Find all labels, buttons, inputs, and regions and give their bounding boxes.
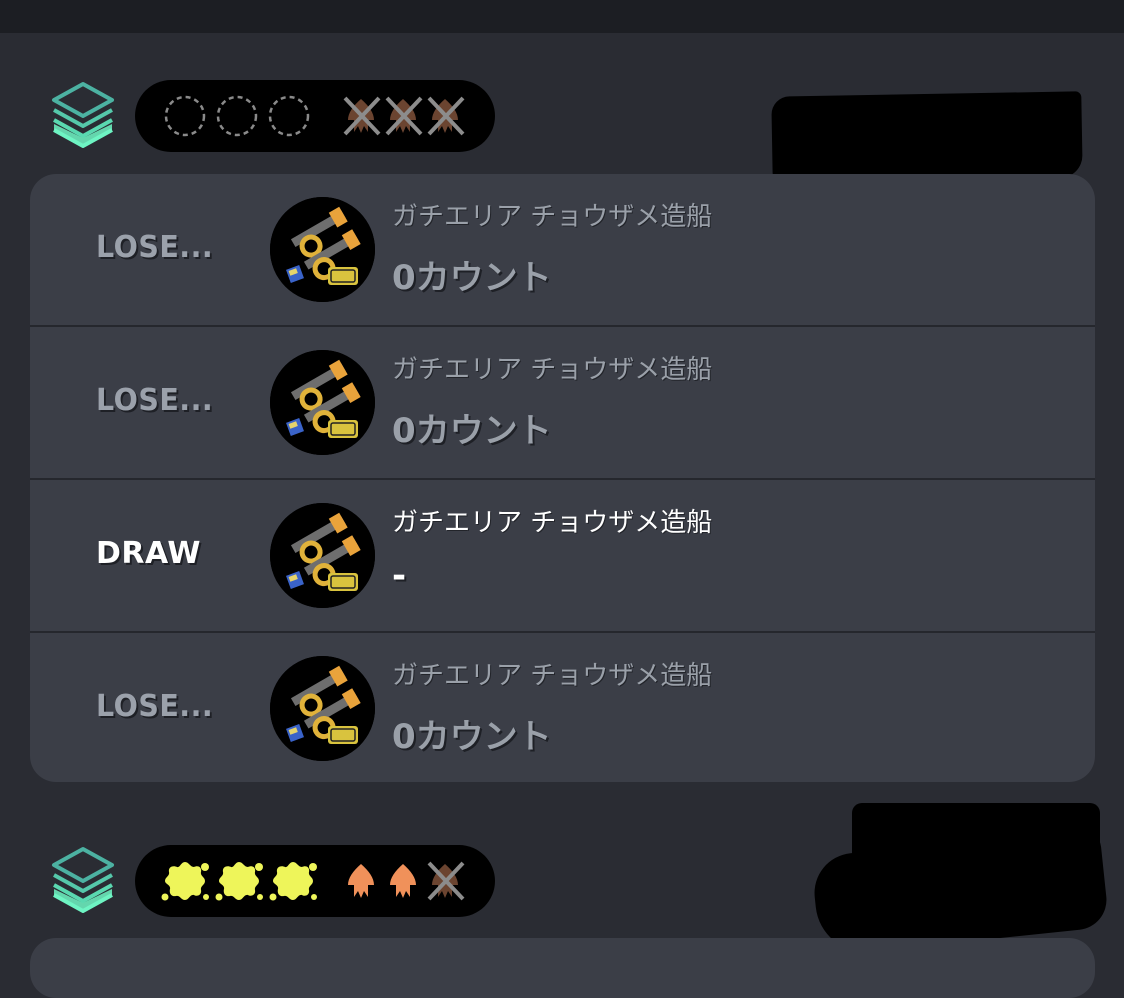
count-value: 0カウント — [392, 717, 552, 757]
match-row[interactable]: LOSE... ガチエリア チョウザメ造船 0カウント — [30, 327, 1095, 480]
group-header — [48, 845, 508, 917]
empty-circle-icon — [216, 95, 258, 137]
splat-zones-layers-icon — [48, 845, 118, 917]
yellow-splat-icon — [215, 862, 263, 901]
yellow-splat-icon — [269, 862, 317, 901]
wins-losses-tracker — [135, 845, 495, 917]
splatling-weapon-icon — [270, 656, 375, 761]
group-header — [48, 80, 508, 152]
crossed-squid-icon — [427, 96, 465, 136]
match-result: LOSE... — [96, 383, 214, 418]
stage-name: ガチエリア チョウザメ造船 — [392, 355, 713, 385]
count-value: 0カウント — [392, 411, 552, 451]
splatling-weapon-icon — [270, 350, 375, 455]
stage-name: ガチエリア チョウザメ造船 — [392, 202, 713, 232]
crossed-squid-icon — [385, 96, 423, 136]
top-bar — [0, 0, 1124, 33]
empty-circle-icon — [164, 95, 206, 137]
crossed-squid-icon — [427, 861, 465, 901]
crossed-squid-icon — [343, 96, 381, 136]
orange-squid-icon — [348, 864, 374, 898]
match-row[interactable]: LOSE... ガチエリア チョウザメ造船 0カウント — [30, 633, 1095, 782]
match-row[interactable]: DRAW ガチエリア チョウザメ造船 - — [30, 480, 1095, 633]
empty-circle-icon — [268, 95, 310, 137]
splat-zones-layers-icon — [48, 80, 118, 152]
match-result: LOSE... — [96, 230, 214, 265]
orange-squid-icon — [390, 864, 416, 898]
redacted-mark — [771, 91, 1083, 183]
wins-losses-tracker — [135, 80, 495, 152]
stage-name: ガチエリア チョウザメ造船 — [392, 508, 713, 538]
stage-name: ガチエリア チョウザメ造船 — [392, 661, 713, 691]
yellow-splat-icon — [161, 862, 209, 901]
match-result: LOSE... — [96, 689, 214, 724]
splatling-weapon-icon — [270, 197, 375, 302]
match-list-card — [30, 938, 1095, 998]
match-list-card: LOSE... ガチエリア チョウザメ造船 0カウント LOSE... ガチエリ… — [30, 174, 1095, 782]
match-row[interactable]: LOSE... ガチエリア チョウザメ造船 0カウント — [30, 174, 1095, 327]
match-result: DRAW — [96, 536, 201, 571]
splatling-weapon-icon — [270, 503, 375, 608]
count-value: - — [392, 556, 407, 596]
count-value: 0カウント — [392, 258, 552, 298]
